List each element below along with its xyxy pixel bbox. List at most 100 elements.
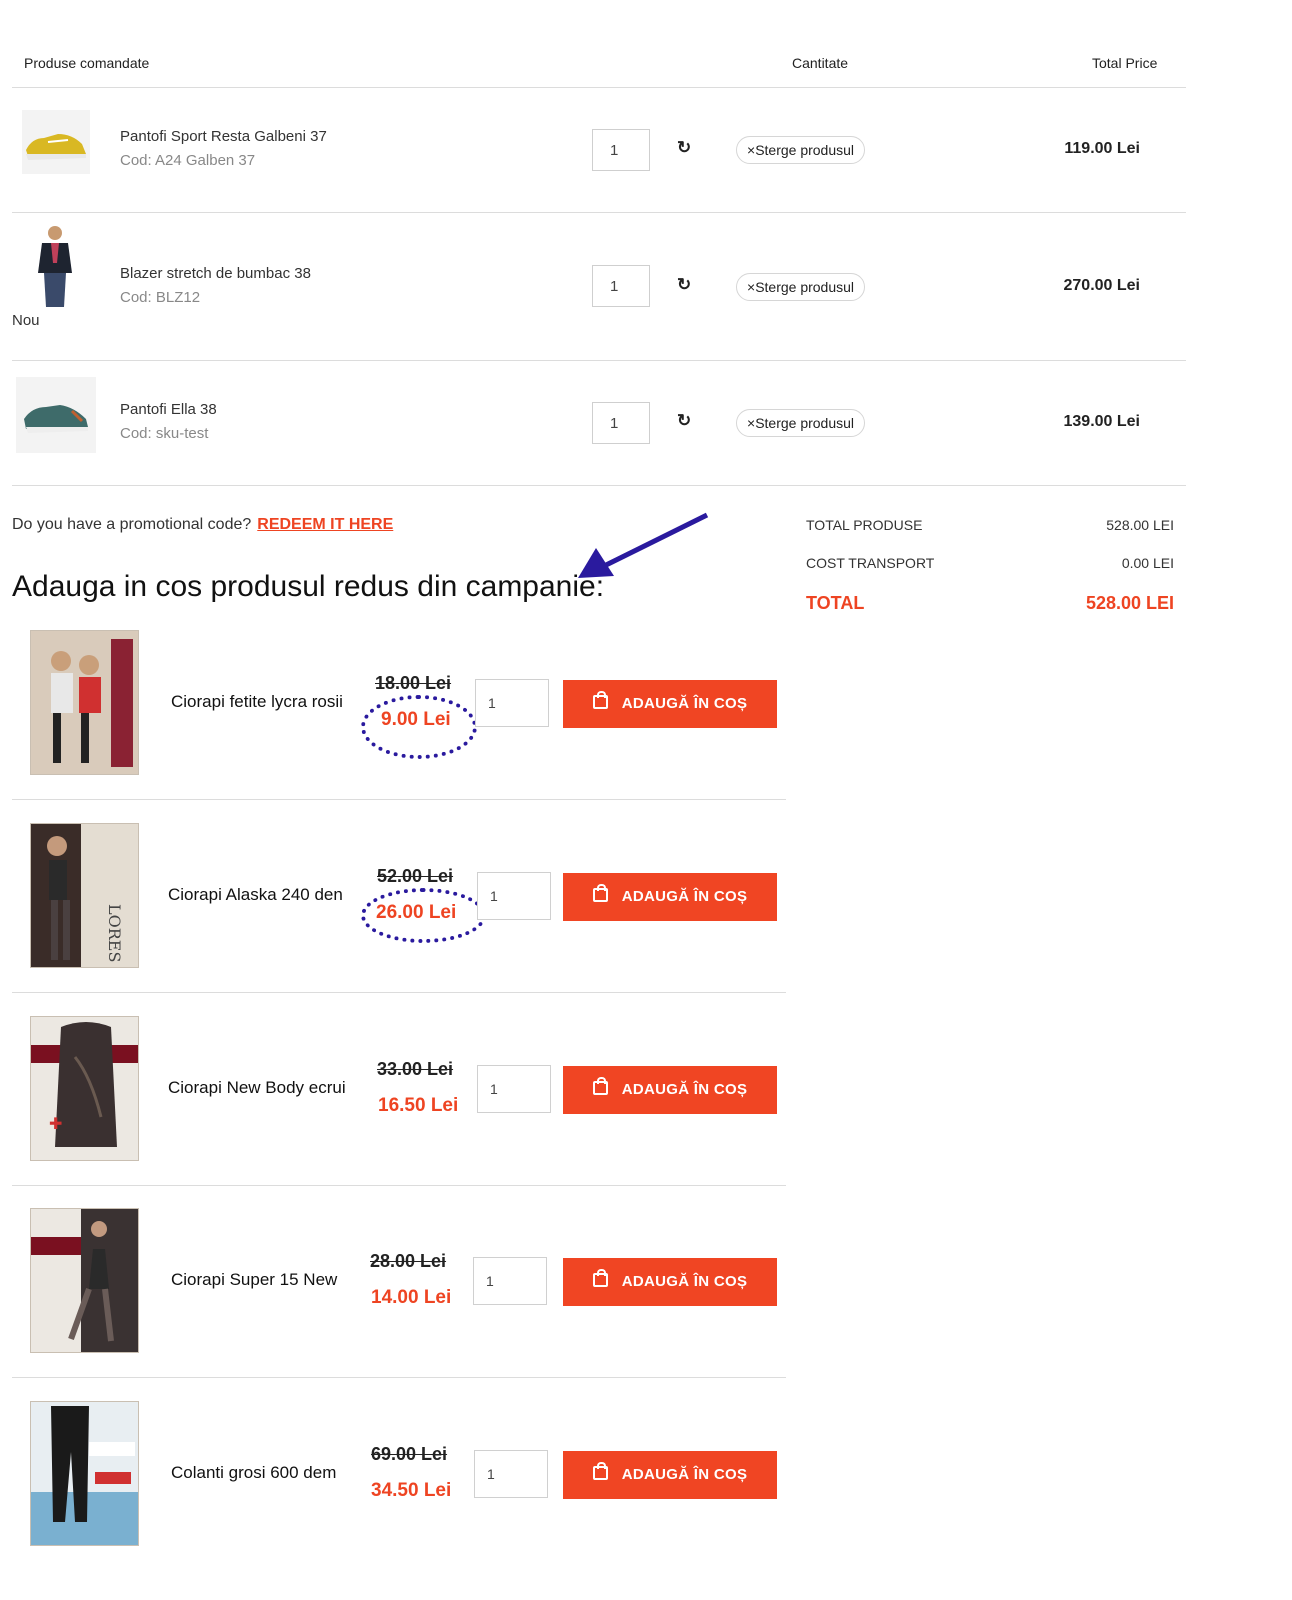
quantity-input[interactable]: 1: [477, 872, 551, 920]
close-icon: ×: [747, 142, 756, 158]
remove-label: Sterge produsul: [755, 142, 855, 158]
product-name[interactable]: Pantofi Ella 38: [120, 401, 217, 418]
new-badge: Nou: [12, 312, 40, 329]
add-to-cart-button[interactable]: ADAUGĂ ÎN COȘ: [563, 1451, 777, 1499]
remove-label: Sterge produsul: [755, 415, 855, 431]
promo-question: Do you have a promotional code?: [12, 516, 252, 533]
product-total: 270.00 Lei: [1063, 277, 1141, 294]
product-image[interactable]: [30, 1208, 139, 1353]
add-to-cart-label: ADAUGĂ ÎN COȘ: [621, 1273, 748, 1290]
product-name[interactable]: Blazer stretch de bumbac 38: [120, 265, 311, 282]
shopping-bag-icon: [592, 884, 608, 902]
quantity-input[interactable]: 1: [477, 1065, 551, 1113]
add-to-cart-button[interactable]: ADAUGĂ ÎN COȘ: [563, 1258, 777, 1306]
product-image[interactable]: [30, 1401, 139, 1546]
new-price: 14.00 Lei: [371, 1287, 452, 1308]
old-price: 69.00 Lei: [371, 1444, 448, 1464]
summary-total-label: TOTAL: [806, 593, 865, 613]
refresh-icon[interactable]: ↻: [677, 411, 691, 431]
add-to-cart-label: ADAUGĂ ÎN COȘ: [621, 1081, 748, 1098]
quantity-input[interactable]: 1: [592, 129, 650, 171]
add-to-cart-label: ADAUGĂ ÎN COȘ: [621, 695, 748, 712]
cart-row: Pantofi Ella 38 Cod: sku-test 1 ↻ ×Sterg…: [12, 361, 1186, 485]
campaign-item: Colanti grosi 600 dem 69.00 Lei 34.50 Le…: [12, 1393, 786, 1569]
campaign-product-name[interactable]: Ciorapi Super 15 New: [171, 1270, 337, 1290]
quantity-input[interactable]: 1: [474, 1450, 548, 1498]
divider: [12, 1377, 786, 1378]
product-image[interactable]: LORES: [30, 823, 139, 968]
add-to-cart-label: ADAUGĂ ÎN COȘ: [621, 888, 748, 905]
refresh-icon[interactable]: ↻: [677, 138, 691, 158]
campaign-product-name[interactable]: Ciorapi Alaska 240 den: [168, 885, 343, 905]
summary-transport-label: COST TRANSPORT: [806, 555, 935, 571]
annotation-circle: [361, 888, 486, 943]
shopping-bag-icon: [592, 691, 608, 709]
product-image[interactable]: [30, 223, 80, 309]
add-to-cart-button[interactable]: ADAUGĂ ÎN COȘ: [563, 1066, 777, 1114]
add-to-cart-button[interactable]: ADAUGĂ ÎN COȘ: [563, 873, 777, 921]
product-total: 139.00 Lei: [1063, 413, 1141, 430]
tights-super15-package-image: [31, 1209, 138, 1352]
product-code: Cod: sku-test: [120, 425, 209, 442]
shopping-bag-icon: [592, 1462, 608, 1480]
product-code: Cod: A24 Galben 37: [120, 152, 256, 169]
add-to-cart-button[interactable]: ADAUGĂ ÎN COȘ: [563, 680, 777, 728]
remove-product-button[interactable]: ×Sterge produsul: [736, 136, 866, 164]
column-header-total-price: Total Price: [1092, 55, 1158, 71]
campaign-product-name[interactable]: Colanti grosi 600 dem: [171, 1463, 336, 1483]
old-price: 28.00 Lei: [370, 1251, 447, 1271]
new-price: 16.50 Lei: [378, 1095, 459, 1116]
campaign-item: ✚ Ciorapi New Body ecrui 33.00 Lei 16.50…: [12, 1008, 786, 1184]
product-image[interactable]: ✚: [30, 1016, 139, 1161]
campaign-item: Ciorapi fetite lycra rosii 18.00 Lei 9.0…: [12, 622, 786, 798]
old-price: 18.00 Lei: [375, 673, 452, 693]
promo-code-prompt: Do you have a promotional code? REDEEM IT…: [12, 516, 393, 534]
remove-product-button[interactable]: ×Sterge produsul: [736, 273, 866, 301]
product-image[interactable]: [22, 110, 90, 174]
product-image[interactable]: [16, 377, 96, 453]
product-total: 119.00 Lei: [1064, 140, 1140, 157]
redeem-code-link[interactable]: REDEEM IT HERE: [257, 516, 393, 533]
column-header-products: Produse comandate: [24, 55, 150, 71]
close-icon: ×: [747, 415, 756, 431]
close-icon: ×: [747, 279, 756, 295]
divider: [12, 799, 786, 800]
remove-product-button[interactable]: ×Sterge produsul: [736, 409, 866, 437]
tights-new-body-package-image: ✚: [31, 1017, 138, 1160]
quantity-input[interactable]: 1: [592, 402, 650, 444]
svg-text:LORES: LORES: [105, 904, 124, 962]
summary-total-value: 528.00 LEI: [1085, 593, 1174, 613]
summary-transport-value: 0.00 LEI: [1121, 555, 1174, 571]
divider: [12, 992, 786, 993]
divider: [12, 1185, 786, 1186]
campaign-item: Ciorapi Super 15 New 28.00 Lei 14.00 Lei…: [12, 1200, 786, 1376]
campaign-product-name[interactable]: Ciorapi fetite lycra rosii: [171, 692, 343, 712]
summary-products-value: 528.00 LEI: [1106, 517, 1174, 533]
product-image[interactable]: [30, 630, 139, 775]
old-price: 33.00 Lei: [377, 1059, 454, 1079]
new-price: 34.50 Lei: [371, 1480, 452, 1501]
column-header-quantity: Cantitate: [792, 55, 849, 71]
sneaker-green-image: [24, 405, 88, 433]
old-price: 52.00 Lei: [377, 866, 454, 886]
shopping-bag-icon: [592, 1269, 608, 1287]
campaign-title: Adauga in cos produsul redus din campani…: [12, 570, 605, 603]
add-to-cart-label: ADAUGĂ ÎN COȘ: [621, 1466, 748, 1483]
annotation-arrow-icon: [578, 512, 709, 578]
sneaker-yellow-image: [26, 134, 86, 160]
shopping-bag-icon: [592, 1077, 608, 1095]
product-code: Cod: BLZ12: [120, 289, 201, 306]
campaign-item: LORES Ciorapi Alaska 240 den 52.00 Lei 2…: [12, 815, 786, 991]
svg-text:✚: ✚: [49, 1116, 62, 1133]
divider: [12, 485, 1186, 486]
quantity-input[interactable]: 1: [475, 679, 549, 727]
remove-label: Sterge produsul: [755, 279, 855, 295]
tights-girls-package-image: [31, 631, 138, 774]
quantity-input[interactable]: 1: [473, 1257, 547, 1305]
product-name[interactable]: Pantofi Sport Resta Galbeni 37: [120, 128, 327, 145]
leggings-knittex-package-image: [31, 1402, 138, 1545]
refresh-icon[interactable]: ↻: [677, 275, 691, 295]
blazer-image: [38, 226, 72, 307]
quantity-input[interactable]: 1: [592, 265, 650, 307]
campaign-product-name[interactable]: Ciorapi New Body ecrui: [168, 1078, 346, 1098]
